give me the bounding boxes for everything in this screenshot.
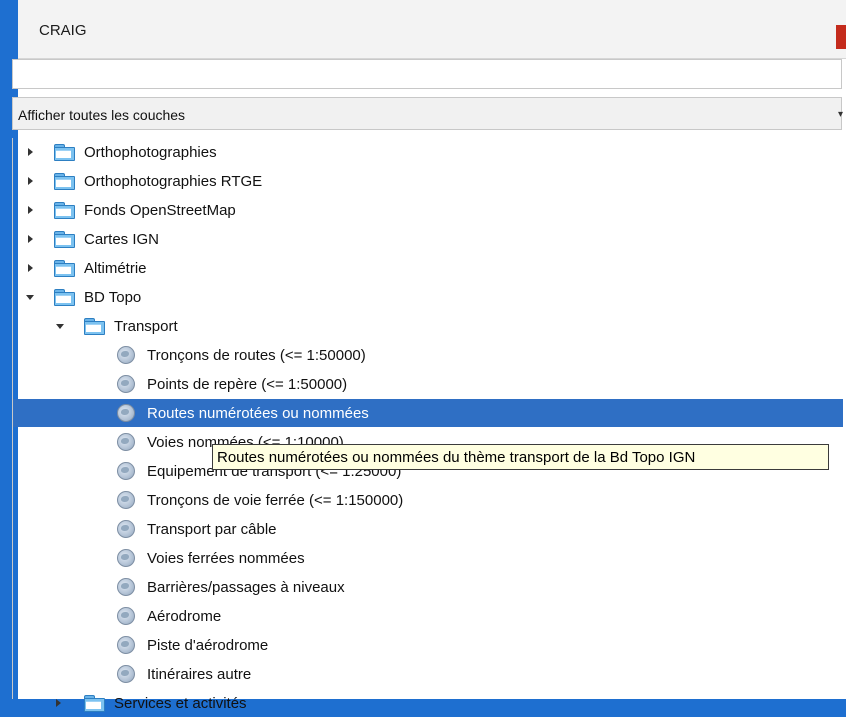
layer-tree[interactable]: Orthophotographies Orthophotographies RT… bbox=[12, 138, 843, 712]
expand-arrow-icon[interactable] bbox=[56, 699, 61, 707]
folder-icon bbox=[54, 144, 75, 161]
tree-layer-label: Transport par câble bbox=[147, 521, 277, 538]
tree-group[interactable]: BD Topo bbox=[13, 283, 843, 311]
globe-icon bbox=[117, 375, 135, 393]
tree-layer[interactable]: Barrières/passages à niveaux bbox=[13, 573, 843, 601]
tree-subgroup-label: Transport bbox=[114, 318, 178, 335]
folder-icon bbox=[54, 260, 75, 277]
tree-group-label: Cartes IGN bbox=[84, 231, 160, 248]
layer-filter-selected: Afficher toutes les couches bbox=[18, 107, 186, 123]
tree-group[interactable]: Orthophotographies bbox=[13, 138, 843, 166]
tree-layer[interactable]: Aérodrome bbox=[13, 602, 843, 630]
tree-group-label: Orthophotographies bbox=[84, 144, 217, 161]
tree-layer-label: Tronçons de routes (<= 1:50000) bbox=[147, 347, 366, 364]
folder-icon bbox=[84, 695, 105, 712]
expand-arrow-icon[interactable] bbox=[28, 148, 33, 156]
globe-icon bbox=[117, 346, 135, 364]
globe-icon bbox=[117, 520, 135, 538]
close-button[interactable] bbox=[836, 25, 846, 49]
folder-icon bbox=[54, 289, 75, 306]
tree-layer-selected[interactable]: Routes numérotées ou nommées bbox=[13, 399, 843, 427]
expand-arrow-icon[interactable] bbox=[28, 235, 33, 243]
tree-group[interactable]: Orthophotographies RTGE bbox=[13, 167, 843, 195]
expand-arrow-icon[interactable] bbox=[28, 206, 33, 214]
globe-icon bbox=[117, 665, 135, 683]
tree-layer[interactable]: Points de repère (<= 1:50000) bbox=[13, 370, 843, 398]
tree-group[interactable]: Fonds OpenStreetMap bbox=[13, 196, 843, 224]
tree-layer[interactable]: Tronçons de voie ferrée (<= 1:150000) bbox=[13, 486, 843, 514]
globe-icon bbox=[117, 549, 135, 567]
tree-group[interactable]: Cartes IGN bbox=[13, 225, 843, 253]
tree-layer-label: Itinéraires autre bbox=[147, 666, 252, 683]
search-input[interactable] bbox=[12, 59, 842, 89]
tree-layer-label: Voies ferrées nommées bbox=[147, 550, 305, 567]
tree-subgroup[interactable]: Transport bbox=[13, 312, 843, 340]
globe-icon bbox=[117, 491, 135, 509]
globe-icon bbox=[117, 578, 135, 596]
tree-layer[interactable]: Voies ferrées nommées bbox=[13, 544, 843, 572]
folder-icon bbox=[54, 173, 75, 190]
tooltip: Routes numérotées ou nommées du thème tr… bbox=[212, 444, 829, 470]
tree-group[interactable]: Altimétrie bbox=[13, 254, 843, 282]
tree-group-label: Altimétrie bbox=[84, 260, 147, 277]
folder-icon bbox=[84, 318, 105, 335]
panel-title: CRAIG bbox=[39, 22, 87, 39]
tooltip-text: Routes numérotées ou nommées du thème tr… bbox=[217, 449, 696, 466]
chevron-down-icon: ▾ bbox=[837, 109, 843, 120]
tree-layer[interactable]: Itinéraires autre bbox=[13, 660, 843, 688]
tree-layer-label: Piste d'aérodrome bbox=[147, 637, 269, 654]
tree-layer-label: Points de repère (<= 1:50000) bbox=[147, 376, 348, 393]
tree-group-label: Services et activités bbox=[114, 695, 247, 712]
tree-layer[interactable]: Tronçons de routes (<= 1:50000) bbox=[13, 341, 843, 369]
tree-layer-label: Tronçons de voie ferrée (<= 1:150000) bbox=[147, 492, 404, 509]
panel-header: CRAIG bbox=[18, 0, 846, 59]
folder-icon bbox=[54, 231, 75, 248]
tree-layer[interactable]: Transport par câble bbox=[13, 515, 843, 543]
folder-icon bbox=[54, 202, 75, 219]
tree-group-label: Fonds OpenStreetMap bbox=[84, 202, 236, 219]
globe-icon bbox=[117, 433, 135, 451]
globe-icon bbox=[117, 404, 135, 422]
expand-arrow-icon[interactable] bbox=[28, 177, 33, 185]
globe-icon bbox=[117, 462, 135, 480]
expand-arrow-icon[interactable] bbox=[28, 264, 33, 272]
tree-layer[interactable]: Piste d'aérodrome bbox=[13, 631, 843, 659]
tree-layer-label: Barrières/passages à niveaux bbox=[147, 579, 345, 596]
tree-group[interactable]: Services et activités bbox=[13, 689, 843, 717]
tree-layer-label: Routes numérotées ou nommées bbox=[147, 405, 369, 422]
globe-icon bbox=[117, 636, 135, 654]
globe-icon bbox=[117, 607, 135, 625]
collapse-arrow-icon[interactable] bbox=[56, 324, 64, 329]
tree-group-label: Orthophotographies RTGE bbox=[84, 173, 263, 190]
tree-group-label: BD Topo bbox=[84, 289, 142, 306]
layer-filter-dropdown[interactable]: Afficher toutes les couches ▾ bbox=[12, 97, 843, 130]
tree-layer-label: Aérodrome bbox=[147, 608, 222, 625]
collapse-arrow-icon[interactable] bbox=[26, 295, 34, 300]
